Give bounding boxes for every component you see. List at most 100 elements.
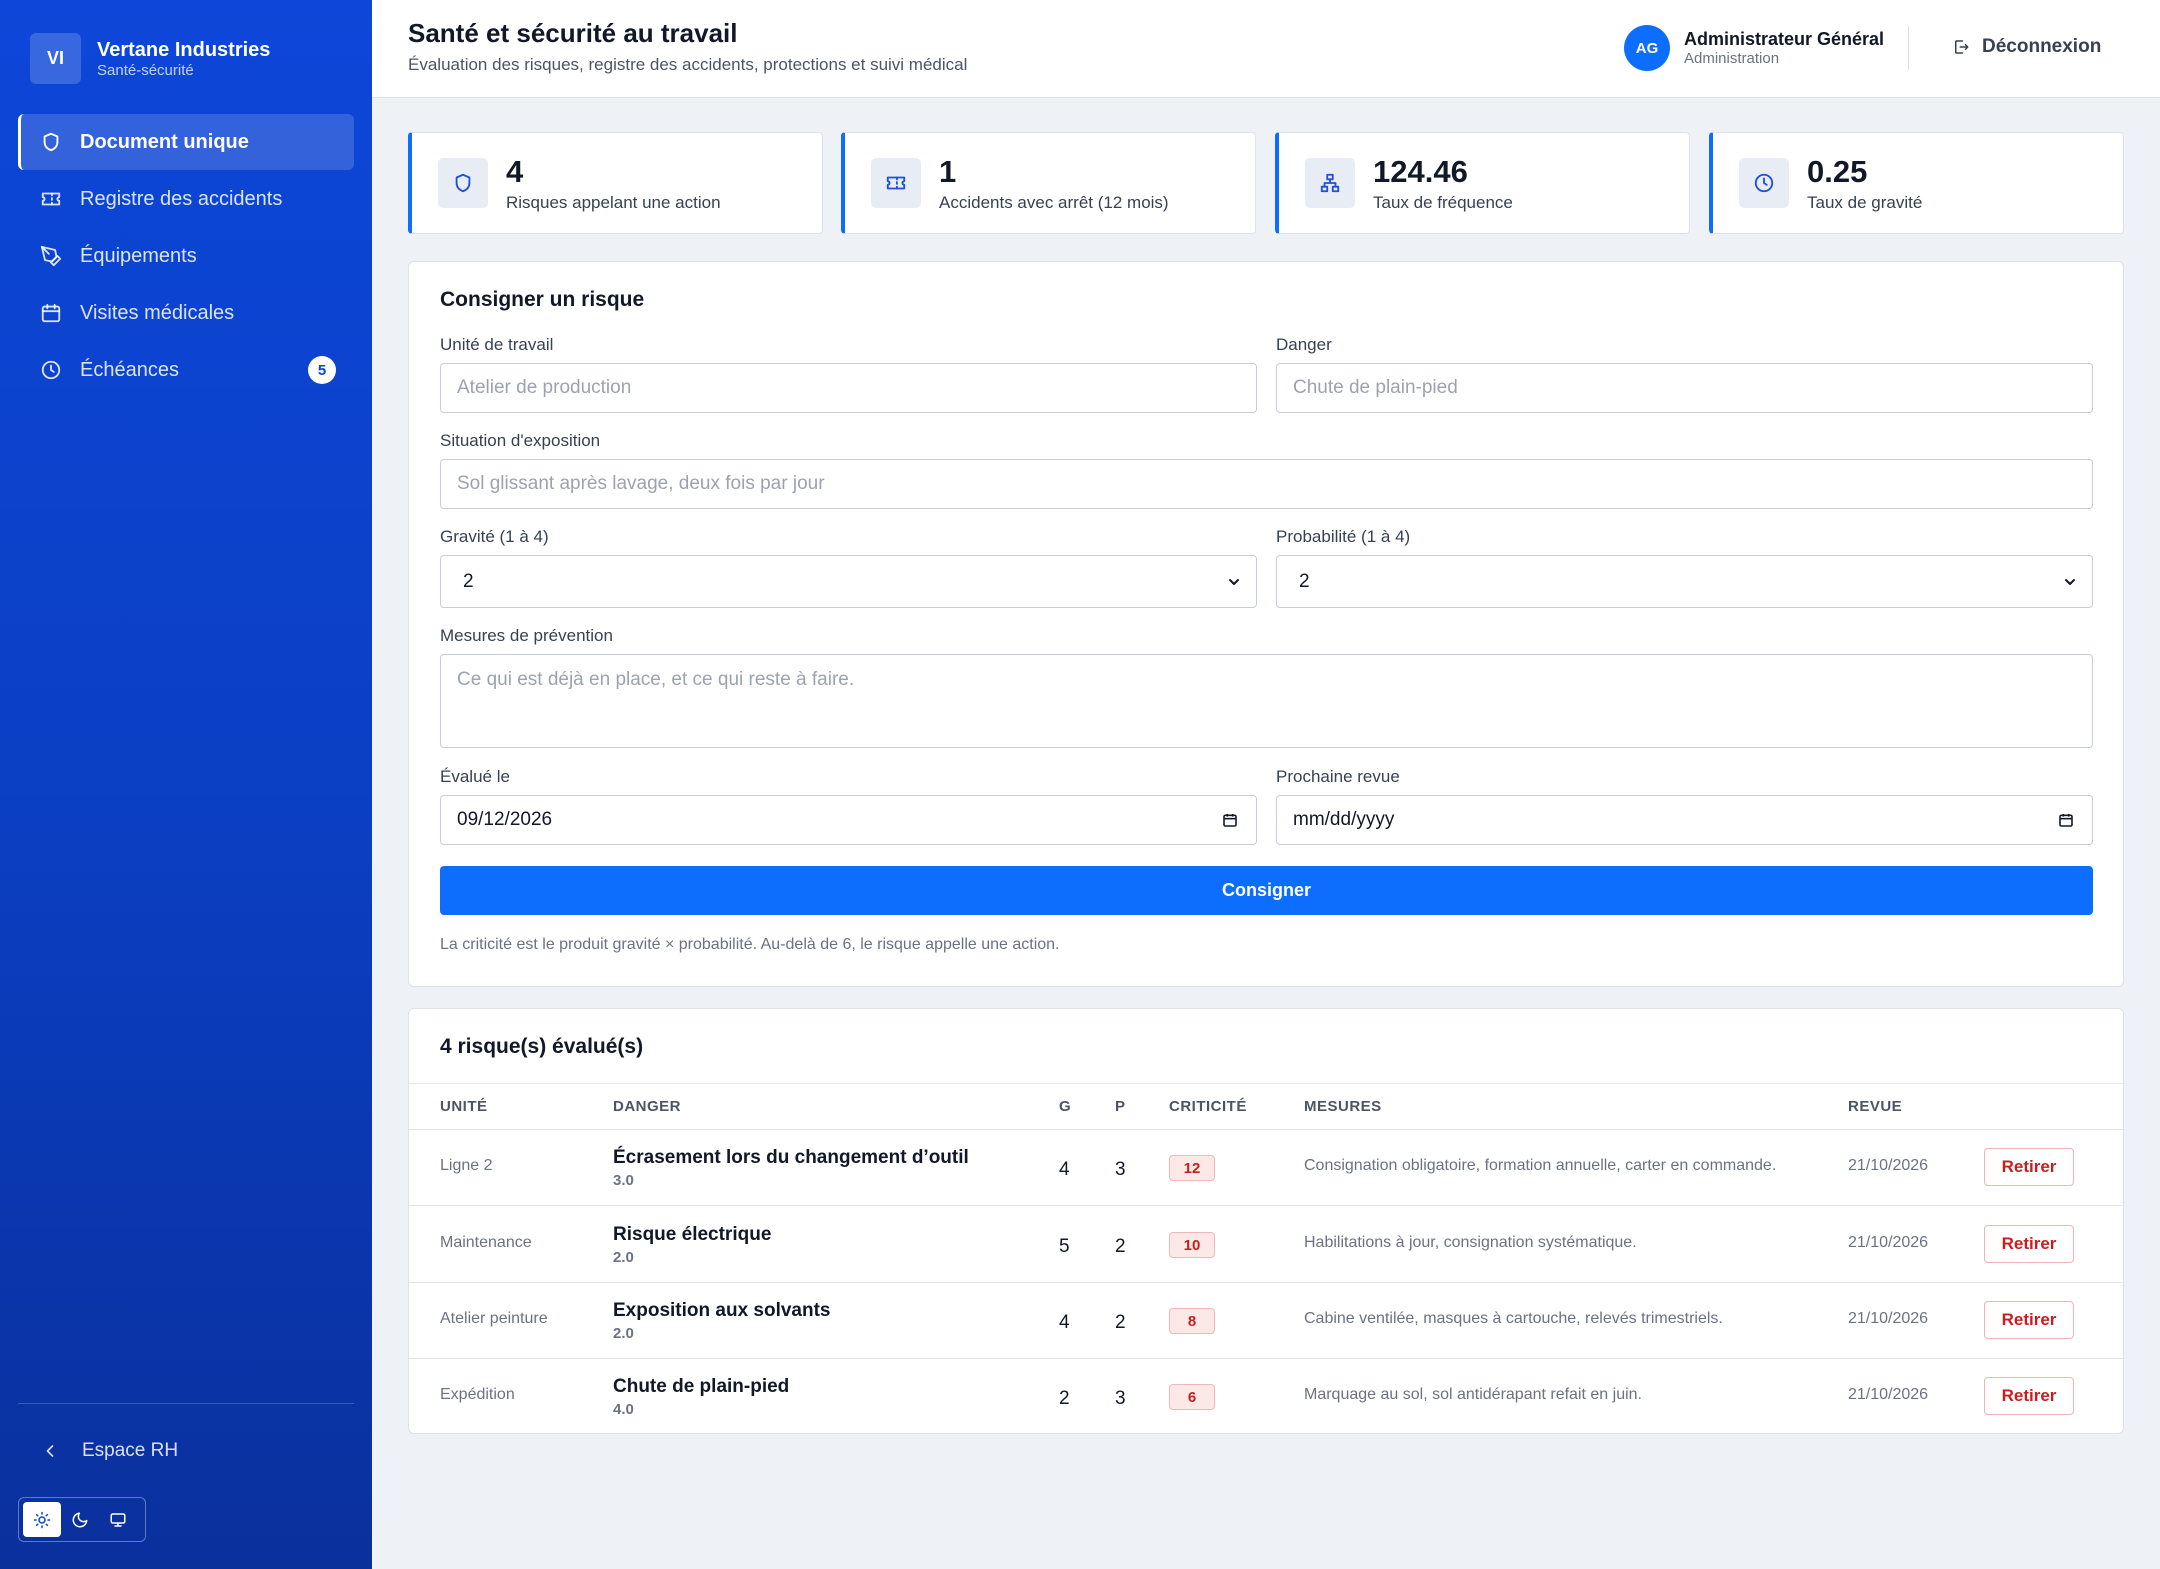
stat-label: Risques appelant une action [506,193,721,212]
column-header: CRITICITÉ [1169,1098,1247,1115]
stat-value: 1 [939,154,957,189]
logout-label: Déconnexion [1982,36,2102,57]
situation-input[interactable]: Sol glissant après lavage, deux fois par… [440,459,2093,509]
table-title: 4 risque(s) évalué(s) [440,1035,644,1058]
sidebar-item-label: Équipements [80,244,197,267]
probabilite-label: Probabilité (1 à 4) [1276,527,1411,546]
stat-label: Accidents avec arrêt (12 mois) [939,193,1169,212]
sidebar-item-equipements[interactable]: Équipements [18,228,354,284]
brand-subtitle: Santé-sécurité [97,61,194,79]
shield-icon [455,173,471,193]
evalue-label: Évalué le [440,767,510,786]
cell-revue: 21/10/2026 [1848,1310,1929,1327]
cell-danger: Risque électrique [613,1224,772,1245]
header-divider [1908,26,1909,70]
column-header: DANGER [613,1098,682,1115]
stat-value: 4 [506,154,524,189]
back-to-rh-link[interactable]: Espace RH [40,1440,178,1462]
gravite-label: Gravité (1 à 4) [440,527,549,546]
shield-icon [43,132,59,152]
consigner-button[interactable]: Consigner [440,866,2093,915]
danger-input[interactable]: Chute de plain-pied [1276,363,2093,413]
criticite-hint: La criticité est le produit gravité × pr… [440,936,1060,953]
stat-label: Taux de fréquence [1373,193,1513,212]
hierarchy-icon [1320,173,1340,193]
column-header: MESURES [1304,1098,1382,1115]
clock-icon [41,360,61,380]
user-profile[interactable]: AG Administrateur Général Administration [1624,25,1884,71]
stat-card-gravite: 0.25 Taux de gravité [1709,132,2124,234]
criticite-badge: 12 [1169,1155,1215,1181]
sidebar-nav: Document unique Registre des accidents É… [18,114,354,399]
table-row: Expédition Chute de plain-pied 4.0 2 3 6… [409,1359,2123,1435]
logout-button[interactable]: Déconnexion [1952,36,2101,58]
cell-mesures: Cabine ventilée, masques à cartouche, re… [1304,1310,1723,1327]
cell-revue: 21/10/2026 [1848,1157,1929,1174]
user-role: Administration [1684,50,1780,67]
form-title: Consigner un risque [440,288,645,311]
chevron-down-icon [1229,578,1239,585]
cell-mesures: Consignation obligatoire, formation annu… [1304,1157,1777,1174]
probabilite-value: 2 [1299,570,1310,592]
calendar-icon [1223,814,1237,827]
calendar-icon [2059,814,2073,827]
danger-label: Danger [1276,335,1332,354]
pen-tool-icon [40,245,62,267]
brand[interactable]: VI Vertane Industries Santé-sécurité [30,33,270,84]
cell-danger: Écrasement lors du changement d’outil [613,1147,969,1168]
sidebar-item-label: Registre des accidents [80,187,283,210]
risk-form-card: Consigner un risque Unité de travail Ate… [408,261,2124,987]
evalue-value: 09/12/2026 [457,809,553,830]
table-row: Atelier peinture Exposition aux solvants… [409,1283,2123,1359]
cell-revue: 21/10/2026 [1848,1386,1929,1403]
column-header: REVUE [1848,1098,1903,1115]
cell-gravite: 4 [1059,1312,1070,1333]
retirer-button[interactable]: Retirer [1984,1148,2074,1186]
sidebar-item-registre-accidents[interactable]: Registre des accidents [18,171,354,227]
chevron-left-icon [46,1445,54,1457]
stat-card-risques: 4 Risques appelant une action [408,132,823,234]
sidebar-item-visites-medicales[interactable]: Visites médicales [18,285,354,341]
brand-name: Vertane Industries [97,38,271,61]
stat-card-frequence: 124.46 Taux de fréquence [1275,132,1690,234]
top-header: Santé et sécurité au travail Évaluation … [372,0,2160,98]
retirer-button[interactable]: Retirer [1984,1225,2074,1263]
risks-table-card: 4 risque(s) évalué(s) UNITÉ DANGER G P C… [408,1008,2124,1434]
moon-icon [72,1512,88,1527]
sidebar-item-echeances[interactable]: Échéances 5 [18,342,354,398]
sidebar-item-document-unique[interactable]: Document unique [18,114,354,170]
gravite-select[interactable]: 2 [440,555,1257,608]
theme-light-button[interactable] [23,1502,61,1537]
cell-gravite: 2 [1059,1388,1070,1409]
theme-system-button[interactable] [99,1502,137,1537]
revue-label: Prochaine revue [1276,767,1400,786]
cell-probabilite: 2 [1115,1236,1126,1257]
retirer-button[interactable]: Retirer [1984,1377,2074,1415]
stat-card-accidents: 1 Accidents avec arrêt (12 mois) [841,132,1256,234]
cell-unite: Atelier peinture [440,1310,548,1327]
cell-probabilite: 3 [1115,1159,1126,1180]
revue-date-input[interactable]: mm/dd/yyyy [1276,795,2093,845]
cell-danger: Exposition aux solvants [613,1300,831,1321]
mesures-textarea[interactable]: Ce qui est déjà en place, et ce qui rest… [440,654,2093,748]
theme-dark-button[interactable] [61,1502,99,1537]
echeances-count-badge: 5 [308,356,336,384]
unite-label: Unité de travail [440,335,554,354]
cell-danger-sub: 2.0 [613,1249,634,1266]
column-header: G [1059,1098,1072,1115]
sidebar-divider [18,1403,354,1404]
evalue-date-input[interactable]: 09/12/2026 [440,795,1257,845]
probabilite-select[interactable]: 2 [1276,555,2093,608]
cell-probabilite: 3 [1115,1388,1126,1409]
retirer-button[interactable]: Retirer [1984,1301,2074,1339]
column-header: UNITÉ [440,1098,488,1115]
page-title: Santé et sécurité au travail [408,18,738,48]
column-header: P [1115,1098,1126,1115]
logout-icon [1955,40,1969,54]
unite-input[interactable]: Atelier de production [440,363,1257,413]
cell-unite: Maintenance [440,1234,532,1251]
table-row: Maintenance Risque électrique 2.0 5 2 10… [409,1207,2123,1283]
calendar-icon [41,303,61,323]
stat-value: 124.46 [1373,154,1468,189]
chevron-down-icon [2065,578,2075,585]
